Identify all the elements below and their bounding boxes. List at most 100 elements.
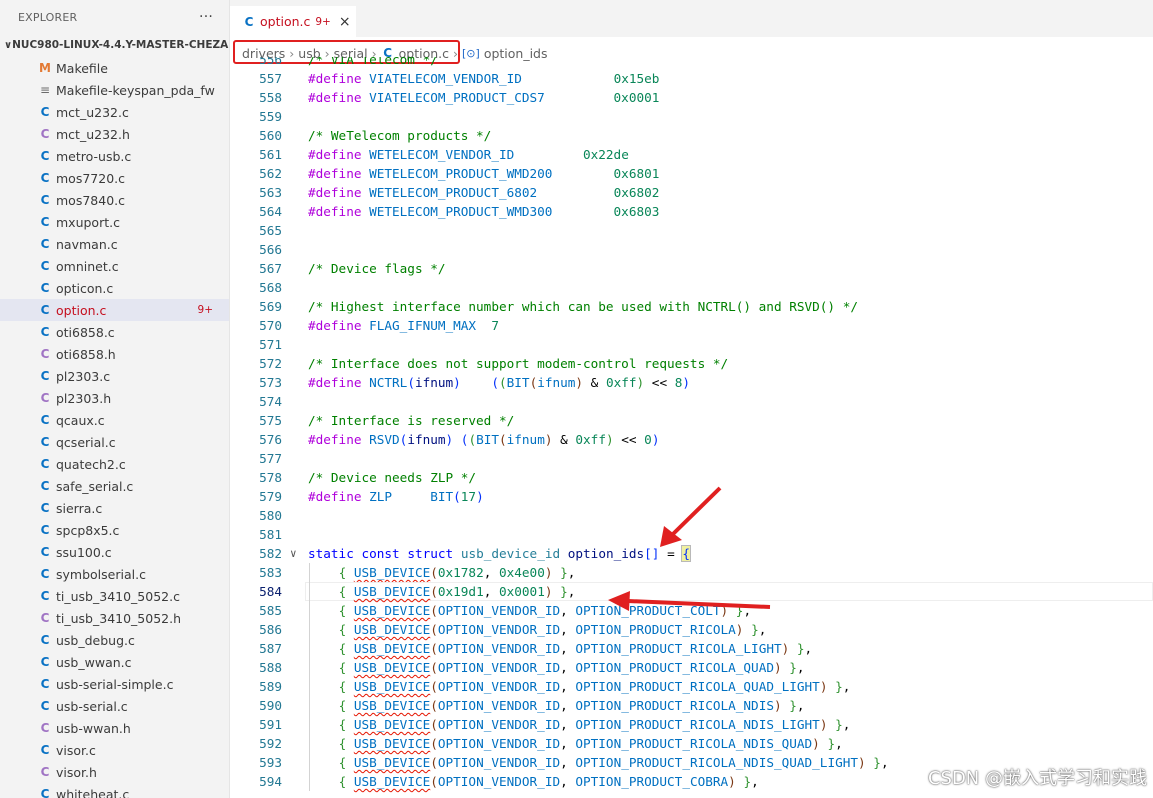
code-line[interactable]: 583 { USB_DEVICE(0x1782, 0x4e00) },	[230, 563, 1153, 582]
code-line[interactable]: 558 #define VIATELECOM_PRODUCT_CDS7 0x000…	[230, 88, 1153, 107]
code-line[interactable]: 563 #define WETELECOM_PRODUCT_6802 0x6802	[230, 183, 1153, 202]
file-name: usb_wwan.c	[56, 654, 132, 670]
code-text: #define FLAG_IFNUM_MAX 7	[308, 318, 499, 333]
file-item[interactable]: Cqcserial.c	[0, 431, 229, 453]
file-item[interactable]: Copticon.c	[0, 277, 229, 299]
file-item[interactable]: Cnavman.c	[0, 233, 229, 255]
file-item[interactable]: Cmos7840.c	[0, 189, 229, 211]
code-line[interactable]: 582 ∨ static const struct usb_device_id op…	[230, 544, 1153, 563]
code-line[interactable]: 580	[230, 506, 1153, 525]
code-line[interactable]: 575 /* Interface is reserved */	[230, 411, 1153, 430]
file-item[interactable]: Cmetro-usb.c	[0, 145, 229, 167]
code-line[interactable]: 559	[230, 107, 1153, 126]
file-item[interactable]: Csafe_serial.c	[0, 475, 229, 497]
code-line[interactable]: 587 { USB_DEVICE(OPTION_VENDOR_ID, OPTIO…	[230, 639, 1153, 658]
tab-option-c[interactable]: C option.c 9+ ×	[230, 6, 356, 37]
code-line[interactable]: 556 /* VIA Telecom */	[230, 57, 1153, 69]
file-item[interactable]: Comninet.c	[0, 255, 229, 277]
code-line[interactable]: 590 { USB_DEVICE(OPTION_VENDOR_ID, OPTIO…	[230, 696, 1153, 715]
code-line[interactable]: 581	[230, 525, 1153, 544]
file-item[interactable]: M Makefile	[0, 57, 229, 79]
workspace-folder-header[interactable]: ∨ NUC980-LINUX-4.4.Y-MASTER-CHEZAI-1	[0, 34, 229, 56]
line-number: 570	[259, 318, 282, 333]
c-file-icon: C	[40, 105, 50, 119]
file-item[interactable]: Cspcp8x5.c	[0, 519, 229, 541]
code-line[interactable]: 578 /* Device needs ZLP */	[230, 468, 1153, 487]
file-item[interactable]: Csymbolserial.c	[0, 563, 229, 585]
code-line[interactable]: 564 #define WETELECOM_PRODUCT_WMD300 0x68…	[230, 202, 1153, 221]
code-editor[interactable]: 556 /* VIA Telecom */ 557 #define VIATELECO…	[230, 57, 1153, 798]
editor-area: C option.c 9+ × drivers › usb › serial ›…	[230, 0, 1153, 798]
code-line[interactable]: 589 { USB_DEVICE(OPTION_VENDOR_ID, OPTIO…	[230, 677, 1153, 696]
code-text: { USB_DEVICE(OPTION_VENDOR_ID, OPTION_PR…	[338, 660, 805, 675]
file-item[interactable]: Cti_usb_3410_5052.c	[0, 585, 229, 607]
line-number: 585	[259, 603, 282, 618]
file-item[interactable]: Cusb_debug.c	[0, 629, 229, 651]
code-line[interactable]: 570 #define FLAG_IFNUM_MAX 7	[230, 316, 1153, 335]
more-actions-icon[interactable]: ···	[199, 9, 213, 25]
file-item[interactable]: Cssu100.c	[0, 541, 229, 563]
file-name: metro-usb.c	[56, 148, 132, 164]
code-line[interactable]: 565	[230, 221, 1153, 240]
code-line[interactable]: 591 { USB_DEVICE(OPTION_VENDOR_ID, OPTIO…	[230, 715, 1153, 734]
line-number: 593	[259, 755, 282, 770]
file-item[interactable]: Csierra.c	[0, 497, 229, 519]
code-line[interactable]: 566	[230, 240, 1153, 259]
file-item[interactable]: Cqcaux.c	[0, 409, 229, 431]
code-text: #define ZLP BIT(17)	[308, 489, 484, 504]
file-item[interactable]: Cusb-wwan.h	[0, 717, 229, 739]
file-item[interactable]: Coption.c 9+	[0, 299, 229, 321]
file-item[interactable]: Cmct_u232.h	[0, 123, 229, 145]
file-item[interactable]: Cquatech2.c	[0, 453, 229, 475]
close-icon[interactable]: ×	[339, 14, 351, 30]
file-item[interactable]: Cpl2303.c	[0, 365, 229, 387]
c-file-icon: C	[40, 545, 50, 559]
h-file-icon: C	[40, 721, 50, 735]
file-item[interactable]: Cmxuport.c	[0, 211, 229, 233]
code-line[interactable]: 584 { USB_DEVICE(0x19d1, 0x0001) },	[230, 582, 1153, 601]
code-line[interactable]: 573 #define NCTRL(ifnum) ((BIT(ifnum) & 0…	[230, 373, 1153, 392]
file-item[interactable]: Cusb-serial-simple.c	[0, 673, 229, 695]
tab-bar: C option.c 9+ ×	[230, 0, 1153, 37]
file-item[interactable]: Cmos7720.c	[0, 167, 229, 189]
code-line[interactable]: 568	[230, 278, 1153, 297]
c-file-icon: C	[40, 413, 50, 427]
code-line[interactable]: 574	[230, 392, 1153, 411]
code-line[interactable]: 588 { USB_DEVICE(OPTION_VENDOR_ID, OPTIO…	[230, 658, 1153, 677]
code-line[interactable]: 585 { USB_DEVICE(OPTION_VENDOR_ID, OPTIO…	[230, 601, 1153, 620]
file-item[interactable]: Cwhiteheat.c	[0, 783, 229, 798]
code-text: { USB_DEVICE(OPTION_VENDOR_ID, OPTION_PR…	[338, 603, 752, 618]
c-file-icon: C	[40, 369, 50, 383]
file-item[interactable]: ≡ Makefile-keyspan_pda_fw	[0, 79, 229, 101]
fold-chevron-icon[interactable]: ∨	[290, 544, 297, 563]
c-file-icon: C	[40, 171, 50, 185]
file-name: spcp8x5.c	[56, 522, 120, 538]
file-item[interactable]: Cvisor.h	[0, 761, 229, 783]
code-line[interactable]: 562 #define WETELECOM_PRODUCT_WMD200 0x68…	[230, 164, 1153, 183]
file-item[interactable]: Cusb-serial.c	[0, 695, 229, 717]
code-line[interactable]: 579 #define ZLP BIT(17)	[230, 487, 1153, 506]
code-line[interactable]: 572 /* Interface does not support modem-c…	[230, 354, 1153, 373]
code-line[interactable]: 567 /* Device flags */	[230, 259, 1153, 278]
code-line[interactable]: 561 #define WETELECOM_VENDOR_ID 0x22de	[230, 145, 1153, 164]
c-file-icon: C	[40, 149, 50, 163]
code-line[interactable]: 577	[230, 449, 1153, 468]
file-item[interactable]: Cti_usb_3410_5052.h	[0, 607, 229, 629]
code-line[interactable]: 592 { USB_DEVICE(OPTION_VENDOR_ID, OPTIO…	[230, 734, 1153, 753]
code-line[interactable]: 586 { USB_DEVICE(OPTION_VENDOR_ID, OPTIO…	[230, 620, 1153, 639]
file-item[interactable]: Cmct_u232.c	[0, 101, 229, 123]
file-item[interactable]: Cusb_wwan.c	[0, 651, 229, 673]
code-line[interactable]: 571	[230, 335, 1153, 354]
file-item[interactable]: Coti6858.c	[0, 321, 229, 343]
file-item[interactable]: Cvisor.c	[0, 739, 229, 761]
code-text: static const struct usb_device_id option…	[308, 545, 691, 562]
code-line[interactable]: 560 /* WeTelecom products */	[230, 126, 1153, 145]
h-file-icon: C	[40, 765, 50, 779]
code-line[interactable]: 576 #define RSVD(ifnum) ((BIT(ifnum) & 0x…	[230, 430, 1153, 449]
code-line[interactable]: 569 /* Highest interface number which can…	[230, 297, 1153, 316]
file-item[interactable]: Cpl2303.h	[0, 387, 229, 409]
file-name: symbolserial.c	[56, 566, 146, 582]
file-item[interactable]: Coti6858.h	[0, 343, 229, 365]
file-name: quatech2.c	[56, 456, 126, 472]
code-line[interactable]: 557 #define VIATELECOM_VENDOR_ID 0x15eb	[230, 69, 1153, 88]
